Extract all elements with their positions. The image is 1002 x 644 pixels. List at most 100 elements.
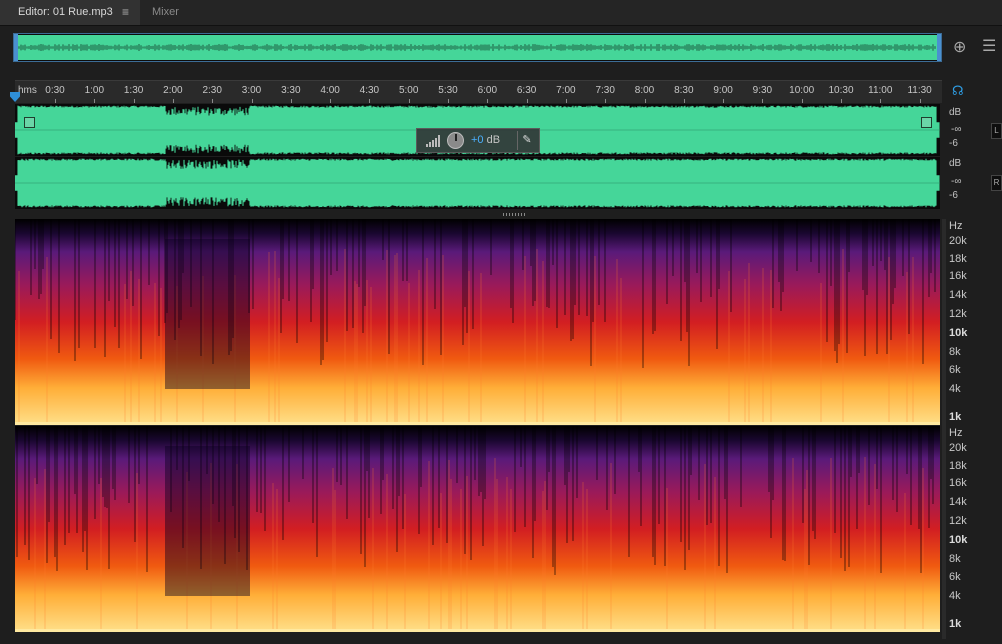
ruler-time-label: 11:30 [907,85,932,96]
overview-left-handle[interactable] [14,34,18,61]
ruler-tick [919,99,921,103]
overview-navigator[interactable] [13,33,942,62]
tab-editor[interactable]: Editor: 01 Rue.mp3 ≡ [0,0,140,25]
ruler-time-label: 8:00 [634,85,655,96]
ruler-tick [644,99,646,103]
ruler-tick [212,99,214,103]
list-icon[interactable]: ☰ [982,39,996,55]
divider-grip[interactable] [503,213,525,216]
hz-label: 20k [949,442,967,454]
ruler-time-label: 2:30 [202,85,222,96]
ruler-time-label: 6:00 [477,85,498,96]
hz-label: 14k [949,496,967,508]
ruler-time-label: 7:00 [556,85,576,96]
ruler-tick [408,99,410,103]
fade-in-handle[interactable] [24,117,35,128]
waveform-right-plot [15,157,940,209]
channel-right-button[interactable]: R [991,175,1002,191]
ruler-unit-label: hms [18,85,37,96]
channel-left-button[interactable]: L [991,123,1002,139]
hz-label: 8k [949,553,961,565]
hz-label: 1k [949,618,962,630]
ruler-time-label: 11:00 [868,85,893,96]
db-label-minus6: -6 [949,190,958,201]
volume-bars-icon [426,135,440,147]
hz-label: 6k [949,364,961,376]
ruler-time-label: 7:30 [595,85,615,96]
ruler-tick [55,99,56,103]
ruler-time-label: 4:00 [320,85,340,96]
zoom-icon[interactable]: ⊕ [953,40,966,56]
gain-knob[interactable] [447,132,464,149]
ruler-tick [880,99,882,103]
ruler-time-label: 3:00 [241,85,262,96]
ruler-time-label: 9:30 [752,85,773,96]
ruler-tick [94,99,96,103]
ruler-time-label: 6:30 [516,85,537,96]
hz-unit-label: Hz [949,220,963,232]
ruler-time-label: 5:30 [438,85,458,96]
ruler-tick [369,99,371,103]
ruler-tick [605,99,607,103]
tab-mixer[interactable]: Mixer [152,0,179,25]
db-label: dB [949,158,962,169]
hz-label: 16k [949,270,967,282]
ruler-time-label: 9:00 [713,85,733,96]
hz-label: 20k [949,235,967,247]
ruler-tick [251,99,253,103]
ruler-tick [133,99,135,103]
tab-editor-label: Editor: 01 Rue.mp3 [18,6,113,18]
vertical-scrollbar[interactable] [942,219,946,639]
ruler-tick [330,99,332,103]
ruler-time-label: 10:00 [789,85,815,96]
overview-right-handle[interactable] [937,34,941,61]
db-label: dB [949,107,962,118]
hz-label: 12k [949,515,967,527]
ruler-time-label: 1:00 [84,85,105,96]
ruler-time-label: 4:30 [359,85,380,96]
ruler-time-label: 0:30 [45,85,65,96]
pin-icon[interactable]: ✎ [517,131,536,150]
spectral-channel-right[interactable] [15,426,940,632]
hz-label: 4k [949,383,961,395]
ruler-tick [565,99,567,103]
ruler-tick [487,99,489,103]
ruler-tick [526,99,528,103]
waveform-channel-right[interactable] [15,157,940,209]
hz-label: 1k [949,411,962,423]
hz-label: 4k [949,590,961,602]
overview-waveform [16,35,938,60]
ruler-time-label: 8:30 [674,85,694,96]
hz-label: 6k [949,571,961,583]
headphone-icon[interactable]: ☊ [952,84,966,97]
db-label-minus6: -6 [949,138,958,149]
spectral-channel-left[interactable] [15,219,940,425]
tab-bar: Editor: 01 Rue.mp3 ≡ Mixer [0,0,1002,26]
hamburger-icon[interactable]: ≡ [122,0,129,25]
ruler-tick [683,99,685,103]
ruler-time-label: 10:30 [828,85,854,96]
gain-value: +0 [471,134,484,146]
hz-label: 10k [949,534,968,546]
ruler-tick [841,99,842,103]
hz-label: 12k [949,308,967,320]
gain-unit: dB [486,134,501,146]
hz-label: 18k [949,460,967,472]
hz-label: 16k [949,477,967,489]
hz-label: 8k [949,346,961,358]
panel-divider[interactable] [0,212,1002,218]
hz-label: 10k [949,327,968,339]
tab-mixer-label: Mixer [152,6,179,18]
time-ruler[interactable]: hms 0:30 1:00 1:30 2:00 2:30 3:00 3:30 4:00 4:30… [15,80,942,103]
fade-out-handle[interactable] [921,117,932,128]
ruler-tick [801,99,803,103]
spectral-right-plot [15,426,940,632]
hud-volume-control: +0 dB ✎ [416,128,540,153]
ruler-tick [762,99,764,103]
ruler-tick [290,99,292,103]
gain-readout: +0 dB [471,134,500,146]
ruler-tick [723,99,725,103]
hz-label: 14k [949,289,967,301]
ruler-tick [448,99,449,103]
hz-unit-label: Hz [949,427,963,439]
